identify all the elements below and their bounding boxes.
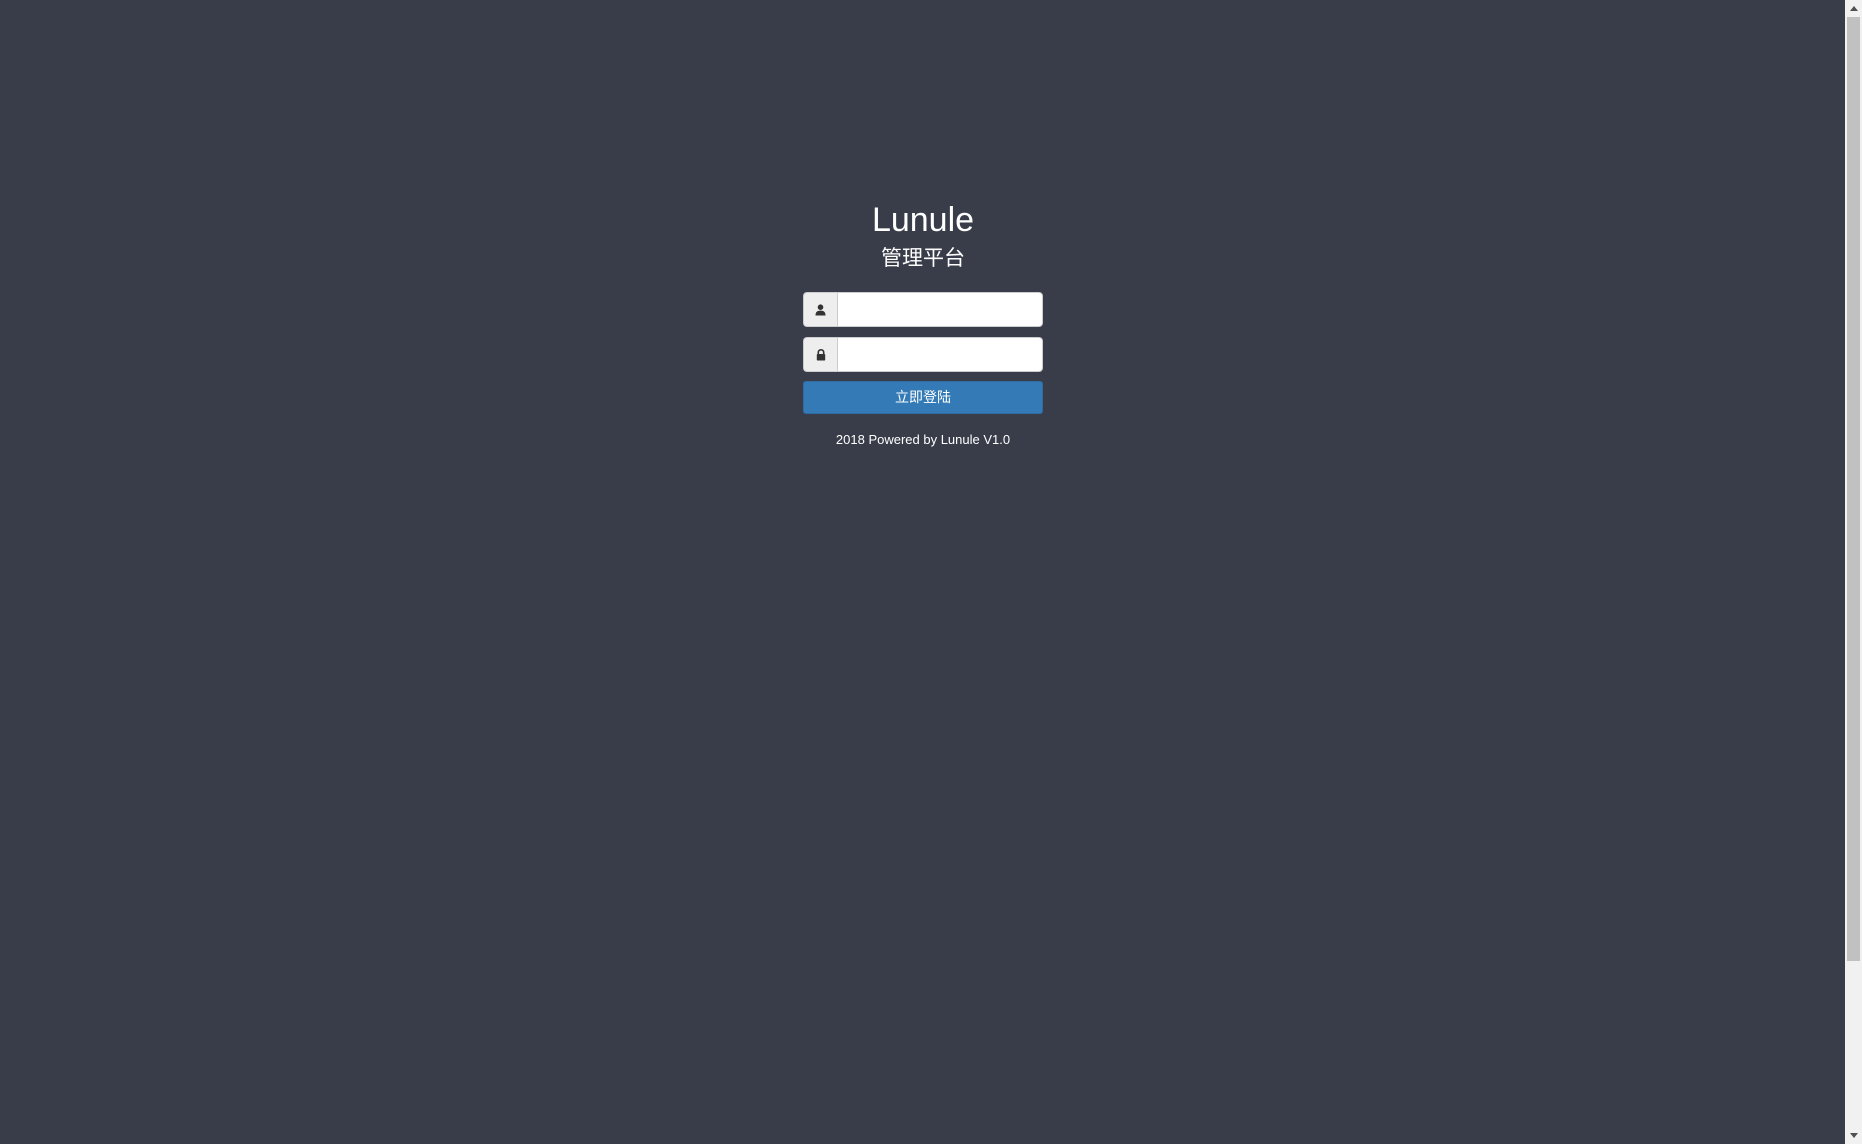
app-title: Lunule xyxy=(871,201,975,239)
scroll-down-icon[interactable] xyxy=(1845,1127,1862,1144)
scroll-thumb[interactable] xyxy=(1847,17,1860,961)
lock-icon xyxy=(803,337,837,372)
footer-text: 2018 Powered by Lunule V1.0 xyxy=(835,432,1011,447)
app-subtitle: 管理平台 xyxy=(881,247,965,270)
username-group xyxy=(803,292,1043,327)
scroll-up-icon[interactable] xyxy=(1845,0,1862,17)
password-input[interactable] xyxy=(837,337,1043,372)
login-page: Lunule 管理平台 立即登陆 2018 Powered by Lunule … xyxy=(0,0,1862,1144)
vertical-scrollbar[interactable] xyxy=(1845,0,1862,1144)
username-input[interactable] xyxy=(837,292,1043,327)
user-icon xyxy=(803,292,837,327)
password-group xyxy=(803,337,1043,372)
login-button[interactable]: 立即登陆 xyxy=(803,381,1043,414)
login-box: Lunule 管理平台 立即登陆 2018 Powered by Lunule … xyxy=(803,196,1043,449)
